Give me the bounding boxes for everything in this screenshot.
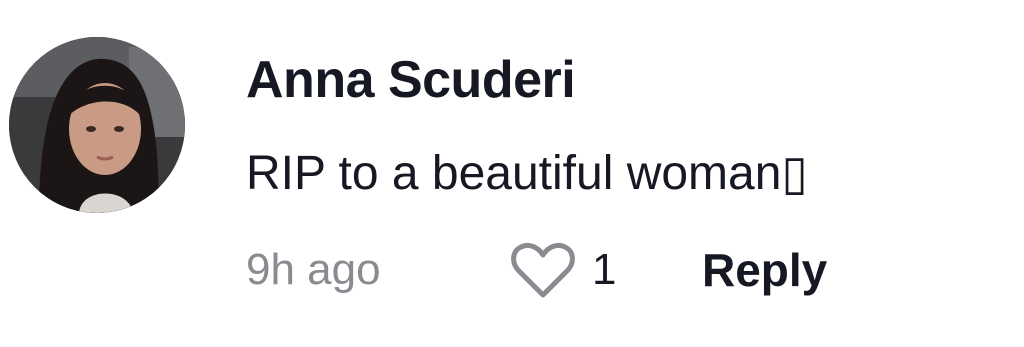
comment-item: Anna Scuderi RIP to a beautiful woman▯ 9… bbox=[0, 0, 1024, 347]
reply-button[interactable]: Reply bbox=[702, 240, 827, 300]
comment-timestamp: 9h ago bbox=[246, 245, 381, 294]
like-button[interactable]: 1 bbox=[510, 240, 620, 300]
comment-author[interactable]: Anna Scuderi bbox=[246, 50, 576, 110]
like-count: 1 bbox=[592, 245, 617, 294]
avatar-photo bbox=[9, 37, 185, 213]
comment-text: RIP to a beautiful woman▯ bbox=[246, 147, 808, 200]
heart-outline-icon bbox=[511, 242, 575, 298]
comment-meta-row: 9h ago 1 Reply bbox=[246, 240, 946, 300]
avatar[interactable] bbox=[9, 37, 185, 213]
